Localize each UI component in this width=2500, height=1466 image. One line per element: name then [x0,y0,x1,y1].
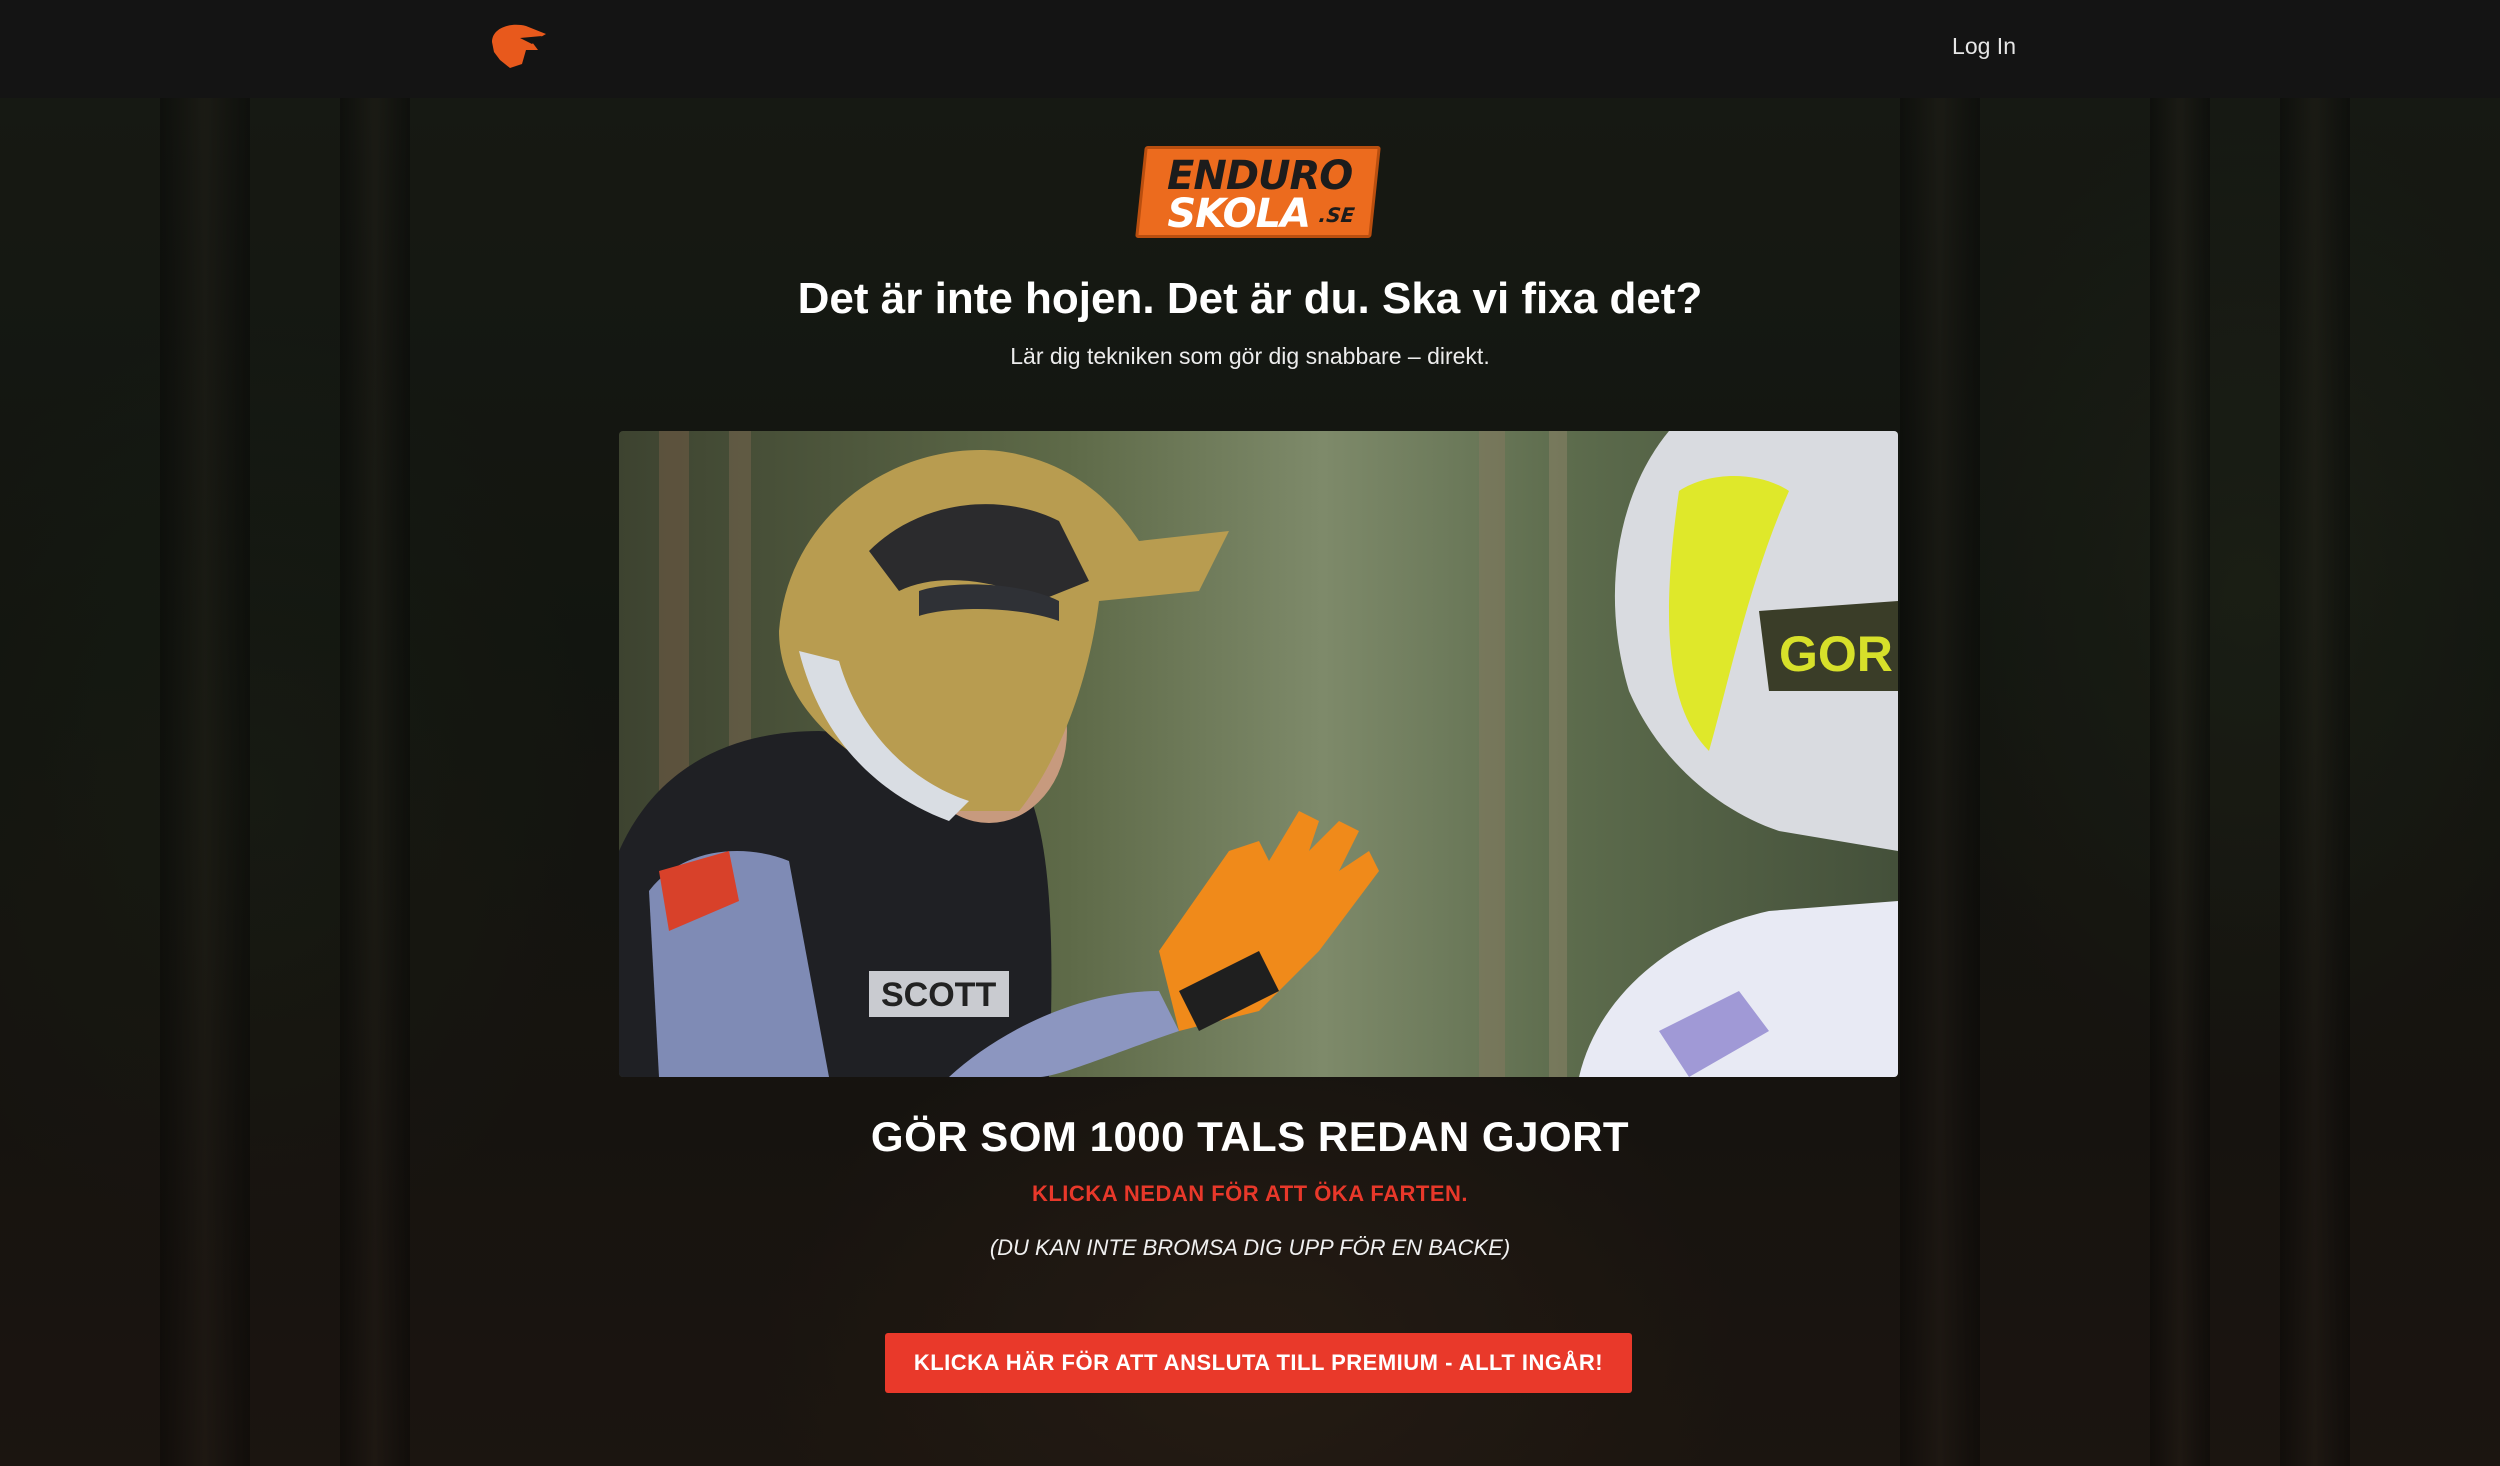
landing-content: ENDURO SKOLA .SE Det är inte hojen. Det … [0,0,2500,1466]
svg-text:GOR: GOR [1779,626,1893,682]
top-navbar: Log In [0,0,2500,98]
cta-red-text: KLICKA NEDAN FÖR ATT ÖKA FARTEN. [1031,1181,1468,1206]
page-headline: Det är inte hojen. Det är du. Ska vi fix… [797,274,1703,323]
cta-title: GÖR SOM 1000 TALS REDAN GJORT [870,1113,1630,1160]
join-premium-button[interactable]: KLICKA HÄR FÖR ATT ANSLUTA TILL PREMIUM … [885,1333,1632,1393]
page-subheadline: Lär dig tekniken som gör dig snabbare – … [1010,343,1490,369]
hero-image: SCOTT GOR [619,431,1898,1077]
logo-text-suffix: .SE [1317,203,1356,227]
helmet-icon[interactable] [486,20,550,72]
login-link[interactable]: Log In [1952,33,2016,60]
enduroskola-logo: ENDURO SKOLA .SE [1135,146,1381,238]
svg-text:SCOTT: SCOTT [881,976,996,1014]
cta-note: (DU KAN INTE BROMSA DIG UPP FÖR EN BACKE… [989,1235,1511,1260]
